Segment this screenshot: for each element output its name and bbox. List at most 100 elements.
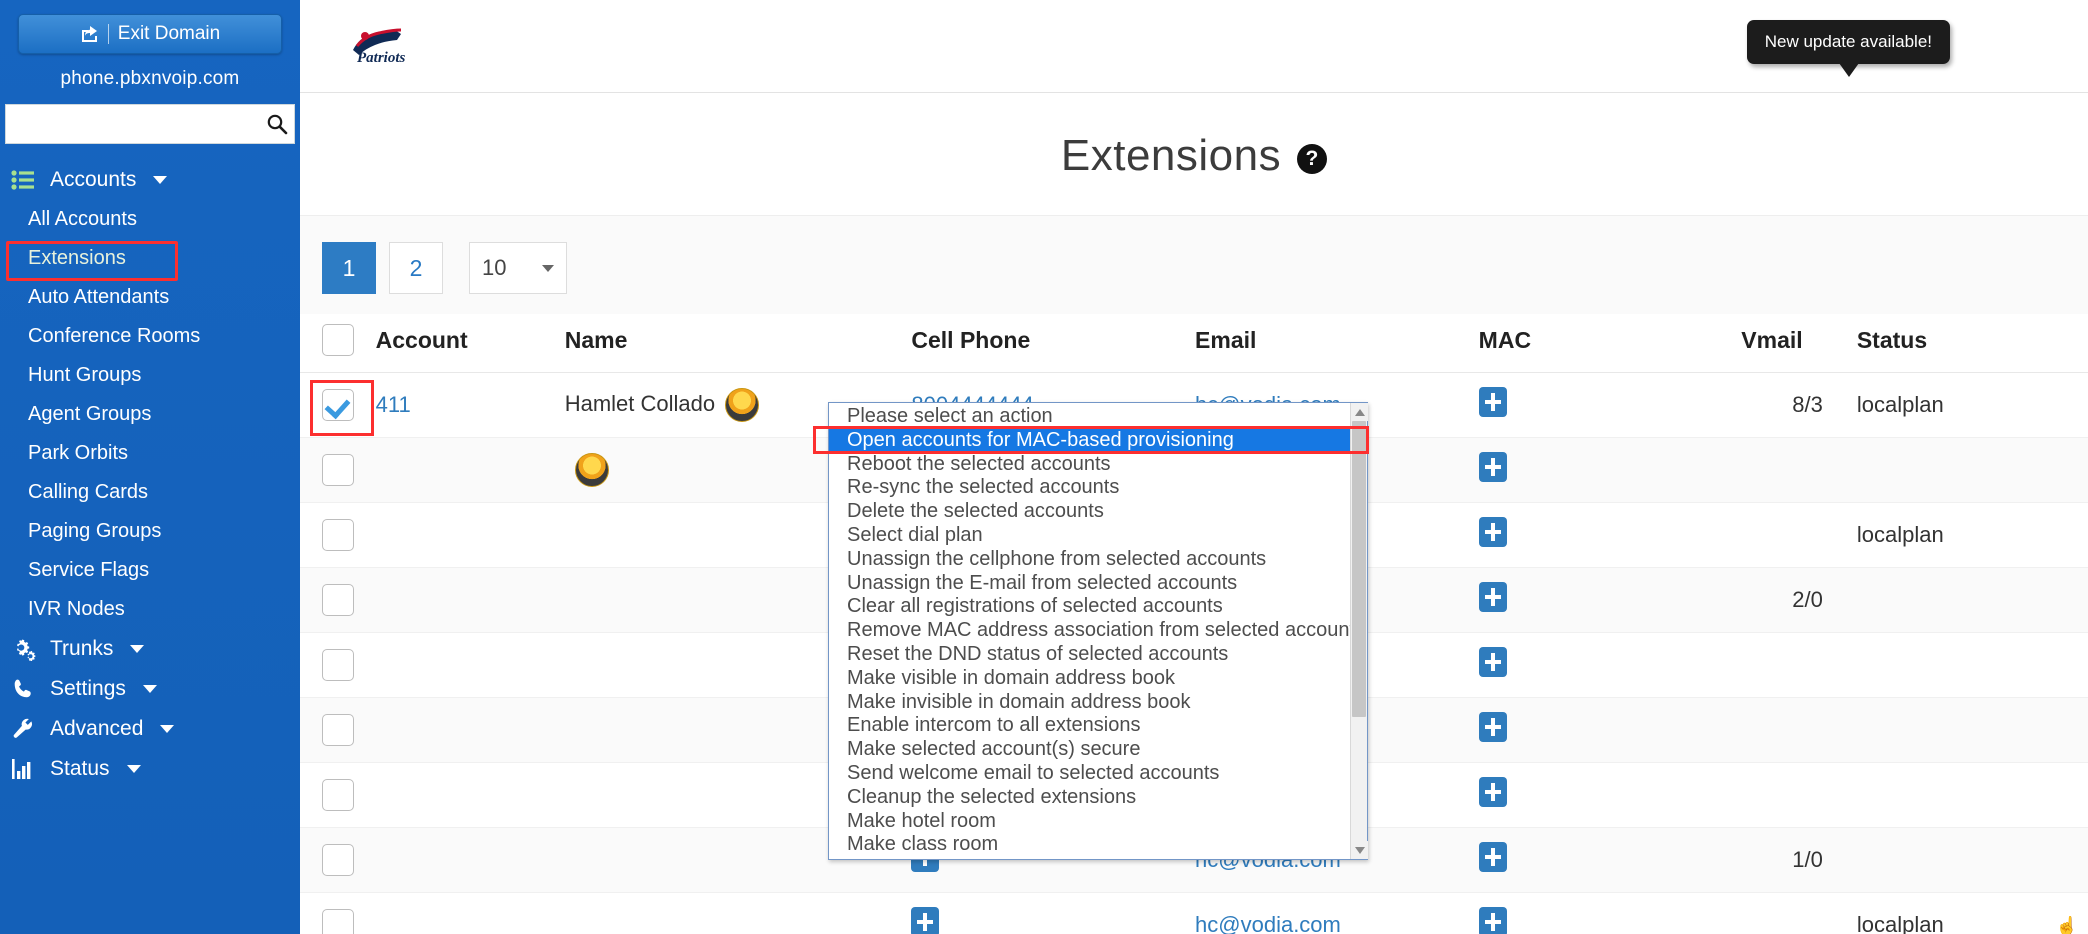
row-checkbox-wrap: [322, 519, 354, 551]
row-select-cell[interactable]: [300, 372, 376, 438]
row-select-cell[interactable]: [300, 437, 376, 503]
sidebar-item-all-accounts[interactable]: All Accounts: [0, 200, 300, 239]
sidebar-group-status[interactable]: Status: [0, 749, 300, 789]
add-mac-icon[interactable]: [1478, 647, 1507, 677]
row-select-cell[interactable]: [300, 827, 376, 893]
sidebar-item-park-orbits[interactable]: Park Orbits: [0, 434, 300, 473]
row-select-cell[interactable]: [300, 697, 376, 763]
sidebar-group-label: Trunks: [50, 637, 114, 660]
account-link[interactable]: 411: [376, 392, 411, 417]
row-checkbox[interactable]: [322, 844, 354, 876]
dropdown-option[interactable]: Please select an action: [829, 405, 1367, 429]
cell-account: [375, 762, 565, 828]
sidebar-item-ivr-nodes[interactable]: IVR Nodes: [0, 590, 300, 629]
sidebar-search[interactable]: [5, 104, 295, 144]
dropdown-option[interactable]: Make visible in domain address book: [829, 667, 1367, 691]
header-account[interactable]: Account: [375, 314, 565, 373]
row-checkbox[interactable]: [322, 909, 354, 934]
sidebar-item-label: All Accounts: [28, 208, 137, 230]
dropdown-option[interactable]: Clear all registrations of selected acco…: [829, 595, 1367, 619]
dropdown-option[interactable]: Make selected account(s) secure: [829, 738, 1367, 762]
row-checkbox[interactable]: [322, 779, 354, 811]
dropdown-option[interactable]: Open accounts for MAC-based provisioning: [829, 428, 1367, 453]
select-all-checkbox[interactable]: [322, 324, 354, 356]
sidebar-group-advanced[interactable]: Advanced: [0, 709, 300, 749]
header-status[interactable]: Status: [1856, 314, 2088, 373]
cell-account: [375, 827, 565, 893]
dropdown-option[interactable]: Delete the selected accounts: [829, 500, 1367, 524]
search-input[interactable]: [6, 106, 260, 142]
row-checkbox-wrap: [322, 454, 354, 486]
action-dropdown-list[interactable]: Please select an action Open accounts for…: [813, 402, 1369, 860]
sidebar-item-hunt-groups[interactable]: Hunt Groups: [0, 356, 300, 395]
dropdown-option[interactable]: Reboot the selected accounts: [829, 453, 1367, 477]
add-mac-icon[interactable]: [1478, 712, 1507, 742]
dropdown-option[interactable]: Re-sync the selected accounts: [829, 476, 1367, 500]
cell-account: [375, 697, 565, 763]
row-select-cell[interactable]: [300, 762, 376, 828]
header-select-all[interactable]: [300, 314, 376, 373]
dropdown-option[interactable]: Make invisible in domain address book: [829, 691, 1367, 715]
add-mac-icon[interactable]: [1478, 842, 1507, 872]
add-cell-phone-icon[interactable]: [911, 907, 940, 934]
row-checkbox[interactable]: [322, 714, 354, 746]
dropdown-option[interactable]: Unassign the cellphone from selected acc…: [829, 548, 1367, 572]
dropdown-option[interactable]: Enable intercom to all extensions: [829, 714, 1367, 738]
dropdown-scrollbar[interactable]: [1350, 403, 1368, 859]
sidebar-nav: Accounts All Accounts Extensions Auto At…: [0, 160, 300, 789]
dropdown-option[interactable]: Cleanup the selected extensions: [829, 786, 1367, 810]
sidebar-group-accounts[interactable]: Accounts: [0, 160, 300, 200]
page-button-2[interactable]: 2: [389, 242, 443, 294]
header-cell-phone[interactable]: Cell Phone: [911, 314, 1196, 373]
scroll-up-arrow-icon[interactable]: [1351, 403, 1368, 421]
question-mark-icon[interactable]: ?: [1297, 144, 1328, 174]
add-mac-icon[interactable]: [1478, 517, 1507, 547]
dropdown-option[interactable]: Remove MAC address association from sele…: [829, 619, 1367, 643]
sidebar-group-settings[interactable]: Settings: [0, 669, 300, 709]
dropdown-option[interactable]: Unassign the E-mail from selected accoun…: [829, 572, 1367, 596]
add-mac-icon[interactable]: [1478, 777, 1507, 807]
cell-status: localplan ☝: [1856, 892, 2088, 934]
row-select-cell[interactable]: [300, 892, 376, 934]
search-icon[interactable]: [260, 106, 294, 142]
row-checkbox[interactable]: [322, 649, 354, 681]
scroll-down-arrow-icon[interactable]: [1351, 841, 1368, 859]
header-email[interactable]: Email: [1195, 314, 1479, 373]
cell-vmail: [1741, 502, 1857, 568]
dropdown-option[interactable]: Select dial plan: [829, 524, 1367, 548]
row-checkbox-wrap: [322, 584, 354, 616]
page-button-1[interactable]: 1: [322, 242, 376, 294]
row-checkbox[interactable]: [322, 584, 354, 616]
scrollbar-thumb[interactable]: [1352, 421, 1366, 717]
sidebar-item-service-flags[interactable]: Service Flags: [0, 551, 300, 590]
row-select-cell[interactable]: [300, 502, 376, 568]
dropdown-option[interactable]: Make hotel room: [829, 810, 1367, 834]
sidebar-item-paging-groups[interactable]: Paging Groups: [0, 512, 300, 551]
sidebar-item-conference-rooms[interactable]: Conference Rooms: [0, 317, 300, 356]
row-checkbox[interactable]: [322, 519, 354, 551]
sidebar-group-label: Status: [50, 757, 110, 780]
add-mac-icon[interactable]: [1478, 582, 1507, 612]
sidebar-item-agent-groups[interactable]: Agent Groups: [0, 395, 300, 434]
row-select-cell[interactable]: [300, 567, 376, 633]
dropdown-option[interactable]: Reset the DND status of selected account…: [829, 643, 1367, 667]
email-link[interactable]: hc@vodia.com: [1195, 912, 1341, 934]
sidebar-group-trunks[interactable]: Trunks: [0, 629, 300, 669]
per-page-select[interactable]: 10: [469, 242, 567, 294]
header-vmail[interactable]: Vmail: [1741, 314, 1857, 373]
dropdown-option[interactable]: Send welcome email to selected accounts: [829, 762, 1367, 786]
add-mac-icon[interactable]: [1478, 387, 1507, 417]
dropdown-option[interactable]: Make class room: [829, 833, 1367, 857]
exit-domain-button[interactable]: Exit Domain: [18, 14, 282, 54]
table-row[interactable]: hc@vodia.com localplan ☝: [300, 892, 2088, 934]
sidebar-item-auto-attendants[interactable]: Auto Attendants: [0, 278, 300, 317]
add-mac-icon[interactable]: [1478, 452, 1507, 482]
add-mac-icon[interactable]: [1478, 907, 1507, 934]
sidebar-item-extensions[interactable]: Extensions: [0, 239, 300, 281]
row-checkbox[interactable]: [322, 454, 354, 486]
row-checkbox[interactable]: [322, 389, 354, 421]
row-select-cell[interactable]: [300, 632, 376, 698]
sidebar-item-calling-cards[interactable]: Calling Cards: [0, 473, 300, 512]
header-name[interactable]: Name: [564, 314, 912, 373]
header-mac[interactable]: MAC: [1478, 314, 1742, 373]
